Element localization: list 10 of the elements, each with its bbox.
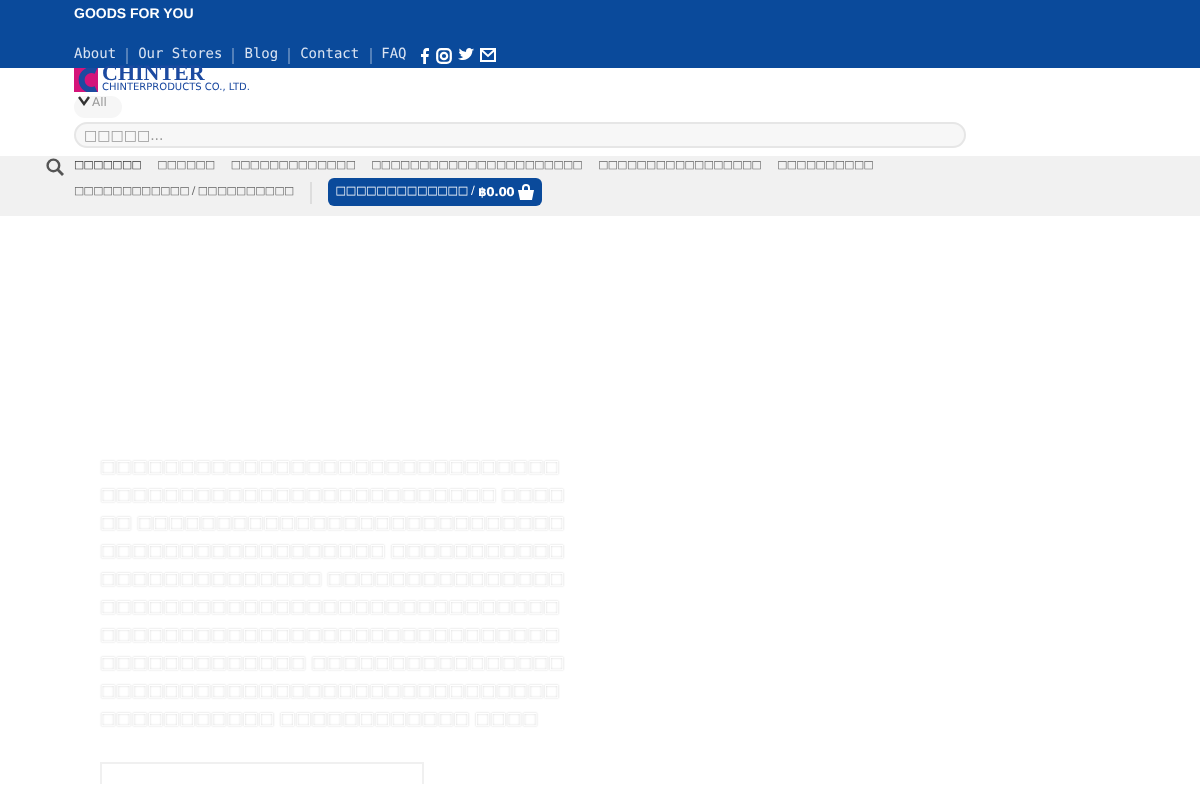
logo-name: CHINTER: [102, 66, 205, 84]
email-icon[interactable]: [480, 48, 497, 62]
facebook-icon[interactable]: [420, 47, 431, 63]
twitter-icon[interactable]: [458, 48, 475, 62]
basket-icon: [518, 184, 535, 200]
caret-icon: [78, 96, 90, 106]
instagram-icon[interactable]: [436, 47, 453, 63]
logo-mark-icon: [74, 68, 98, 92]
search-icon[interactable]: [46, 158, 64, 176]
hero-text: □□□□□□□□□□□□□□□□□□□□□□□□□□□□□□□□□□□□□□□□□□□□□□□□□□□□□□ □□□□□□ □□□□□□□□□□□□□□□□□□□□□□□□□□□□□□□□□□□□□□□□□□□□□ □□□□□□□□□□□□□□□□□□□□□□□□□ □□□□□□□□□□□□□□□□□□□□□□□□□□□□□□□□□□□□□□□□□□□□□□□□□□□□□□□□□□□□□□□□□□□□□□□□□□□□□□□□□□□□□□ □□□□□□□□□□□□□□□□□□□□□□□□□□□□□□□□□□□□□□□□□□□□□□□□□□□□□□□□ □□□□□□□□□□□□ □□□□: [100, 456, 567, 734]
